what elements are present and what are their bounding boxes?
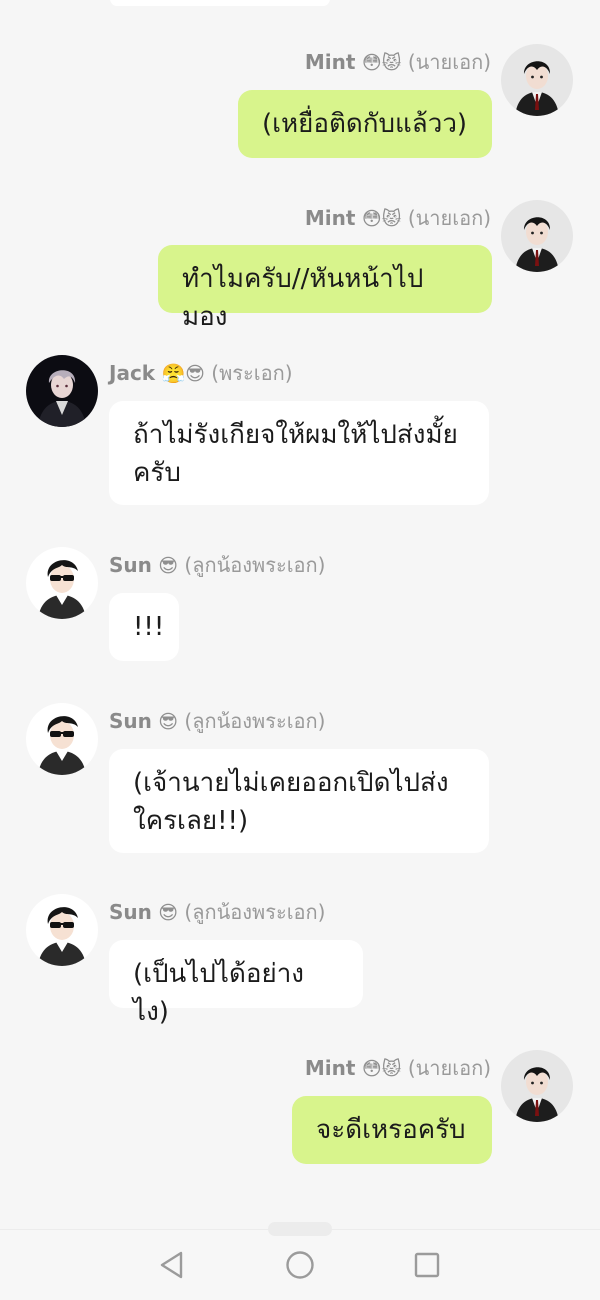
message-bubble[interactable]: (เหยื่อติดกับแล้วว) [238, 90, 492, 158]
avatar-sun-icon [26, 894, 98, 966]
message-bubble[interactable]: (เป็นไปได้อย่างไง) [109, 940, 363, 1027]
message-bubble[interactable]: จะดีเหรอครับ [292, 1096, 492, 1164]
triangle-back-icon [160, 1251, 183, 1279]
square-recents-icon [414, 1252, 440, 1278]
avatar-mint-icon [501, 1050, 573, 1122]
avatar-sun-icon [26, 547, 98, 619]
sender-line: Mint 😳😾 (นายเอก) [305, 46, 491, 78]
avatar-mint-icon [501, 200, 573, 272]
sender-emoji: 😤😎 [161, 363, 205, 385]
avatar-mint-icon [501, 44, 573, 116]
sender-role: (ลูกน้องพระเอก) [184, 553, 326, 577]
sender-name: Mint [304, 1056, 356, 1080]
message-bubble[interactable]: !!! [109, 593, 179, 661]
sender-name: Jack [109, 361, 156, 385]
avatar-sun[interactable] [26, 703, 98, 775]
home-button[interactable] [283, 1248, 317, 1282]
sender-name: Mint [304, 50, 356, 74]
sender-role: (ลูกน้องพระเอก) [184, 900, 326, 924]
message-bubble[interactable]: (เจ้านายไม่เคยออกเปิดไปส่งใครเลย!!) [109, 749, 489, 853]
avatar-mint[interactable] [501, 1050, 573, 1122]
circle-home-icon [286, 1251, 314, 1279]
avatar-mint[interactable] [501, 200, 573, 272]
sender-emoji: 😎 [158, 711, 179, 733]
sender-name: Sun [109, 553, 152, 577]
avatar-jack[interactable] [26, 355, 98, 427]
sender-emoji: 😎 [158, 555, 179, 577]
recents-button[interactable] [410, 1248, 444, 1282]
avatar-sun-icon [26, 703, 98, 775]
avatar-jack-icon [26, 355, 98, 427]
sender-line: Jack 😤😎 (พระเอก) [109, 357, 293, 389]
sender-role: (นายเอก) [407, 206, 491, 230]
avatar-mint[interactable] [501, 44, 573, 116]
avatar-sun[interactable] [26, 547, 98, 619]
sender-line: Sun 😎 (ลูกน้องพระเอก) [109, 549, 325, 581]
chat-screen: Mint 😳😾 (นายเอก) (เหยื่อติดกับแล้วว) Min… [0, 0, 600, 1300]
sender-name: Sun [109, 709, 152, 733]
sender-line: Sun 😎 (ลูกน้องพระเอก) [109, 705, 325, 737]
sender-line: Mint 😳😾 (นายเอก) [305, 202, 491, 234]
sender-role: (นายเอก) [407, 50, 491, 74]
status-bar [0, 0, 600, 40]
sender-role: (ลูกน้องพระเอก) [184, 709, 326, 733]
sender-emoji: 😳😾 [361, 1058, 402, 1080]
avatar-sun[interactable] [26, 894, 98, 966]
sender-emoji: 😳😾 [361, 52, 402, 74]
sender-line: Mint 😳😾 (นายเอก) [305, 1052, 491, 1084]
message-bubble[interactable]: ถ้าไม่รังเกียจให้ผมให้ไปส่งมั้ยครับ [109, 401, 489, 505]
message-bubble[interactable]: ทำไมครับ//หันหน้าไปมอง [158, 245, 492, 332]
sender-emoji: 😎 [158, 902, 179, 924]
scroll-handle[interactable] [268, 1222, 332, 1236]
sender-name: Sun [109, 900, 152, 924]
system-nav-bar [0, 1222, 600, 1300]
sender-name: Mint [304, 206, 356, 230]
sender-emoji: 😳😾 [361, 208, 402, 230]
sender-role: (นายเอก) [407, 1056, 491, 1080]
sender-line: Sun 😎 (ลูกน้องพระเอก) [109, 896, 325, 928]
back-button[interactable] [154, 1248, 188, 1282]
sender-role: (พระเอก) [211, 361, 293, 385]
